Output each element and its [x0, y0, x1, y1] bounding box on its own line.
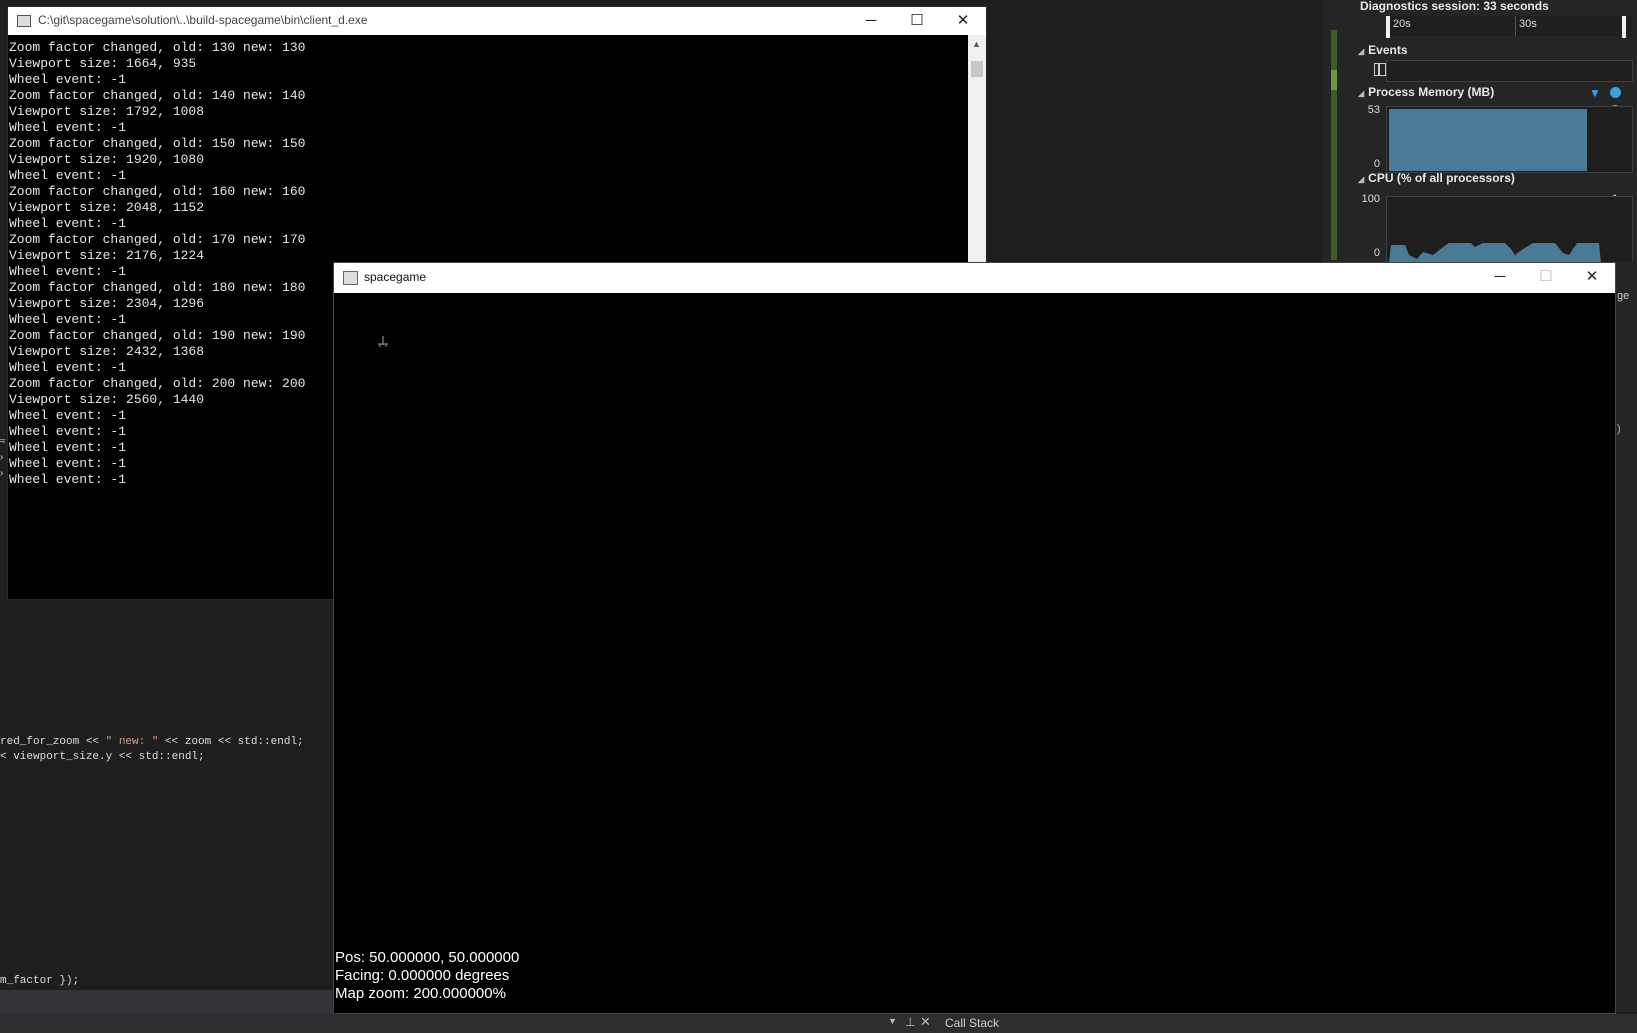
- editor-horizontal-scrollbar[interactable]: [0, 990, 333, 1014]
- game-app-icon: [343, 271, 358, 285]
- scroll-up-arrow-icon[interactable]: ▲: [972, 39, 981, 49]
- cpu-axis-min: 0: [1373, 247, 1380, 259]
- diagnostics-timeline[interactable]: 20s 30s: [1386, 16, 1632, 36]
- console-line: Viewport size: 1792, 1008: [9, 104, 205, 119]
- gutter-bar: [1331, 30, 1337, 260]
- console-line: Wheel event: -1: [9, 472, 127, 487]
- console-line: Viewport size: 2432, 1368: [9, 344, 205, 359]
- cpu-label: CPU (% of all processors): [1368, 171, 1515, 185]
- spacegame-titlebar[interactable]: spacegame ─ ☐ ✕: [334, 263, 1615, 293]
- memory-section-header[interactable]: ◢ Process Memory (MB): [1358, 85, 1494, 99]
- spaceship-icon: [378, 336, 388, 347]
- events-track[interactable]: [1386, 60, 1633, 82]
- console-line: Wheel event: -1: [9, 168, 127, 183]
- console-line: Viewport size: 2560, 1440: [9, 392, 205, 407]
- gutter-bar-highlight: [1331, 70, 1337, 90]
- console-line: Zoom factor changed, old: 140 new: 140: [9, 88, 306, 103]
- right-side-strip: [1615, 262, 1637, 1012]
- timeline-range-end-handle[interactable]: [1622, 16, 1626, 38]
- console-line: Zoom factor changed, old: 180 new: 180: [9, 280, 306, 295]
- cpu-axis-max: 100: [1361, 193, 1380, 205]
- timeline-tick: 30s: [1519, 18, 1537, 30]
- console-line: Wheel event: -1: [9, 120, 127, 135]
- minimize-button[interactable]: ─: [1477, 263, 1523, 291]
- hud-facing: Facing: 0.000000 degrees: [335, 967, 510, 984]
- memory-area: [1389, 109, 1587, 171]
- console-line: Viewport size: 1920, 1080: [9, 152, 205, 167]
- console-line: Zoom factor changed, old: 150 new: 150: [9, 136, 306, 151]
- console-line: Wheel event: -1: [9, 424, 127, 439]
- minimize-button[interactable]: ─: [848, 7, 894, 35]
- console-line: Wheel event: -1: [9, 456, 127, 471]
- code-line: < viewport_size.y << std::endl;: [0, 751, 205, 763]
- console-line: Wheel event: -1: [9, 216, 127, 231]
- console-line: Wheel event: -1: [9, 264, 127, 279]
- cpu-area: [1389, 243, 1601, 263]
- gutter-marker: ≈: [0, 436, 6, 447]
- pause-icon[interactable]: [1374, 63, 1386, 76]
- collapse-triangle-icon: ◢: [1358, 89, 1365, 98]
- diagnostics-gutter: [1322, 0, 1352, 262]
- bottom-panel-header: [0, 1014, 1637, 1033]
- console-line: Zoom factor changed, old: 130 new: 130: [9, 40, 306, 55]
- diagnostics-panel: Diagnostics session: 33 seconds 20s 30s …: [1352, 0, 1637, 264]
- events-section-header[interactable]: ◢ Events: [1358, 43, 1408, 57]
- code-line: m_factor });: [0, 975, 80, 987]
- maximize-button[interactable]: ☐: [894, 7, 940, 35]
- console-line: Wheel event: -1: [9, 408, 127, 423]
- events-label: Events: [1368, 43, 1408, 57]
- console-line: Viewport size: 2176, 1224: [9, 248, 205, 263]
- console-app-icon: [17, 15, 31, 27]
- console-titlebar[interactable]: C:\git\spacegame\solution\..\build-space…: [8, 7, 986, 35]
- memory-axis-max: 53: [1367, 104, 1380, 116]
- hud-position: Pos: 50.000000, 50.000000: [335, 949, 520, 966]
- console-line: Wheel event: -1: [9, 360, 127, 375]
- game-canvas[interactable]: Pos: 50.000000, 50.000000 Facing: 0.00000…: [334, 293, 1615, 1013]
- console-line: Zoom factor changed, old: 170 new: 170: [9, 232, 306, 247]
- console-line: Viewport size: 1664, 935: [9, 56, 197, 71]
- maximize-button[interactable]: ☐: [1523, 263, 1569, 291]
- console-line: Viewport size: 2048, 1152: [9, 200, 205, 215]
- timeline-range-start-handle[interactable]: [1386, 16, 1390, 38]
- console-line: Zoom factor changed, old: 200 new: 200: [9, 376, 306, 391]
- gutter-marker: ›: [0, 468, 4, 479]
- hud-map-zoom: Map zoom: 200.000000%: [335, 985, 506, 1002]
- console-line: Viewport size: 2304, 1296: [9, 296, 205, 311]
- code-line: red_for_zoom << " new: " << zoom << std:…: [0, 736, 304, 748]
- pin-icon[interactable]: ⊥: [905, 1015, 915, 1029]
- scroll-thumb[interactable]: [971, 61, 983, 77]
- console-line: Wheel event: -1: [9, 440, 127, 455]
- hud-overlay: Pos: 50.000000, 50.000000 Facing: 0.00000…: [335, 949, 519, 1003]
- close-button[interactable]: ✕: [1569, 263, 1615, 291]
- game-window-title: spacegame: [364, 270, 427, 284]
- console-text: Zoom factor changed, old: 130 new: 130 Vi…: [9, 40, 305, 488]
- console-title: C:\git\spacegame\solution\..\build-space…: [38, 13, 368, 27]
- memory-chart-svg: [1389, 109, 1587, 171]
- cpu-chart[interactable]: [1386, 196, 1633, 264]
- memory-label: Process Memory (MB): [1368, 85, 1495, 99]
- collapse-triangle-icon: ◢: [1358, 47, 1365, 56]
- memory-axis-min: 0: [1373, 158, 1380, 170]
- cpu-chart-svg: [1389, 243, 1601, 263]
- console-line: Wheel event: -1: [9, 312, 127, 327]
- filter-icon[interactable]: ▼: [1589, 86, 1601, 100]
- gutter-marker: ›: [0, 452, 4, 463]
- timeline-tick: 20s: [1393, 18, 1411, 30]
- right-strip-code: ): [1617, 423, 1621, 435]
- console-scrollbar[interactable]: ▲: [968, 35, 986, 267]
- tab-call-stack[interactable]: Call Stack: [945, 1016, 999, 1030]
- right-strip-label: ge: [1617, 290, 1630, 302]
- diagnostics-session-title: Diagnostics session: 33 seconds: [1360, 0, 1549, 13]
- console-line: Wheel event: -1: [9, 72, 127, 87]
- close-icon[interactable]: ✕: [920, 1014, 931, 1030]
- chevron-down-icon[interactable]: ▼: [888, 1016, 897, 1026]
- spacegame-window[interactable]: spacegame ─ ☐ ✕ Pos: 50.000000, 50.00000…: [333, 262, 1616, 1014]
- close-button[interactable]: ✕: [940, 7, 986, 35]
- console-line: Zoom factor changed, old: 160 new: 160: [9, 184, 306, 199]
- console-line: Zoom factor changed, old: 190 new: 190: [9, 328, 306, 343]
- collapse-triangle-icon: ◢: [1358, 175, 1365, 184]
- snapshot-dot-icon[interactable]: [1610, 87, 1621, 98]
- cpu-section-header[interactable]: ◢ CPU (% of all processors): [1358, 171, 1515, 185]
- memory-chart[interactable]: [1386, 106, 1633, 173]
